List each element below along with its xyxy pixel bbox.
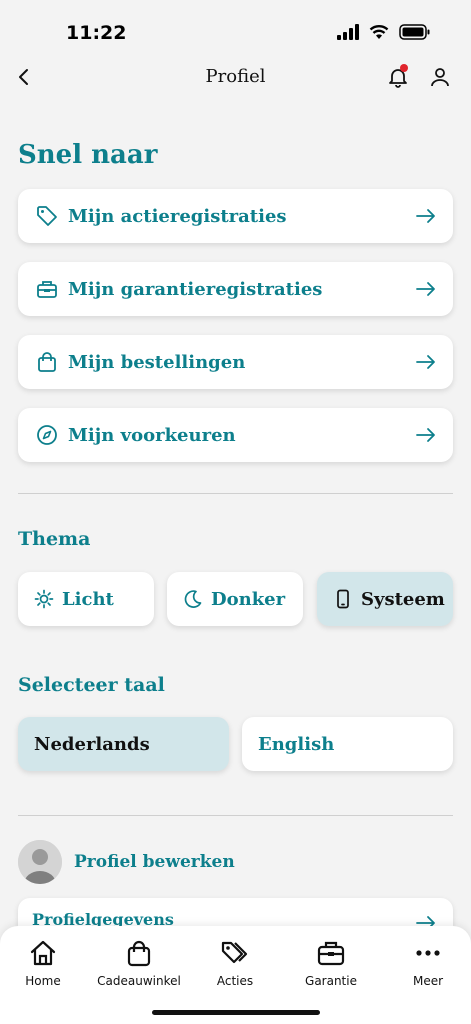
language-option-dutch[interactable]: Nederlands — [18, 717, 229, 771]
header: Profiel — [0, 56, 471, 100]
quick-link-actieregistraties[interactable]: Mijn actieregistraties — [18, 189, 453, 243]
account-button[interactable] — [429, 66, 451, 92]
divider — [18, 493, 453, 494]
home-icon — [30, 940, 56, 966]
tab-meer[interactable]: Meer — [383, 938, 471, 988]
signal-icon — [337, 24, 359, 40]
tags-icon — [221, 941, 248, 964]
theme-option-label: Donker — [211, 588, 286, 610]
quick-link-label: Mijn voorkeuren — [68, 424, 236, 446]
home-indicator — [152, 1010, 320, 1015]
compass-icon — [37, 425, 57, 445]
quick-link-voorkeuren[interactable]: Mijn voorkeuren — [18, 408, 453, 462]
divider — [18, 815, 453, 816]
language-option-label: English — [258, 733, 335, 755]
quick-link-label: Mijn bestellingen — [68, 351, 246, 373]
tag-icon — [37, 206, 57, 226]
arrow-right-icon — [416, 428, 435, 442]
tab-label: Cadeauwinkel — [97, 974, 181, 988]
more-icon — [416, 950, 440, 956]
shopping-bag-icon — [127, 940, 151, 967]
theme-option-light[interactable]: Licht — [18, 572, 154, 626]
arrow-right-icon — [416, 282, 435, 296]
phone-icon — [337, 589, 349, 609]
user-icon — [431, 68, 449, 87]
status-time: 11:22 — [66, 22, 127, 44]
quick-link-bestellingen[interactable]: Mijn bestellingen — [18, 335, 453, 389]
tab-label: Acties — [216, 974, 254, 988]
theme-option-system[interactable]: Systeem — [317, 572, 453, 626]
quick-link-garantieregistraties[interactable]: Mijn garantieregistraties — [18, 262, 453, 316]
tab-label: Garantie — [305, 974, 357, 988]
notification-badge — [400, 64, 408, 72]
tab-acties[interactable]: Acties — [190, 938, 280, 988]
sun-icon — [34, 589, 54, 609]
theme-title: Thema — [18, 528, 91, 550]
language-option-label: Nederlands — [34, 733, 150, 755]
theme-option-label: Systeem — [361, 588, 445, 610]
edit-profile-link[interactable]: Profiel bewerken — [74, 852, 235, 872]
avatar-placeholder-icon — [18, 840, 62, 884]
briefcase-icon — [317, 941, 345, 966]
toolbox-icon — [37, 281, 57, 298]
tab-label: Home — [25, 974, 61, 988]
tab-home[interactable]: Home — [0, 938, 88, 988]
language-title: Selecteer taal — [18, 674, 165, 696]
quick-link-label: Mijn actieregistraties — [68, 205, 287, 227]
avatar — [18, 840, 62, 884]
status-icons — [337, 24, 431, 40]
language-option-english[interactable]: English — [242, 717, 453, 771]
status-bar: 11:22 — [0, 0, 471, 54]
arrow-right-icon — [416, 355, 435, 369]
quick-link-label: Mijn garantieregistraties — [68, 278, 323, 300]
wifi-icon — [369, 25, 389, 39]
theme-option-dark[interactable]: Donker — [167, 572, 303, 626]
tab-label: Meer — [412, 974, 444, 988]
theme-option-label: Licht — [62, 588, 114, 610]
arrow-right-icon — [416, 209, 435, 223]
notifications-button[interactable] — [387, 64, 409, 92]
battery-icon — [399, 24, 430, 40]
moon-icon — [184, 590, 202, 608]
shopping-bag-icon — [38, 352, 56, 372]
quick-links-title: Snel naar — [18, 140, 158, 170]
tab-cadeauwinkel[interactable]: Cadeauwinkel — [94, 938, 184, 988]
tab-garantie[interactable]: Garantie — [286, 938, 376, 988]
